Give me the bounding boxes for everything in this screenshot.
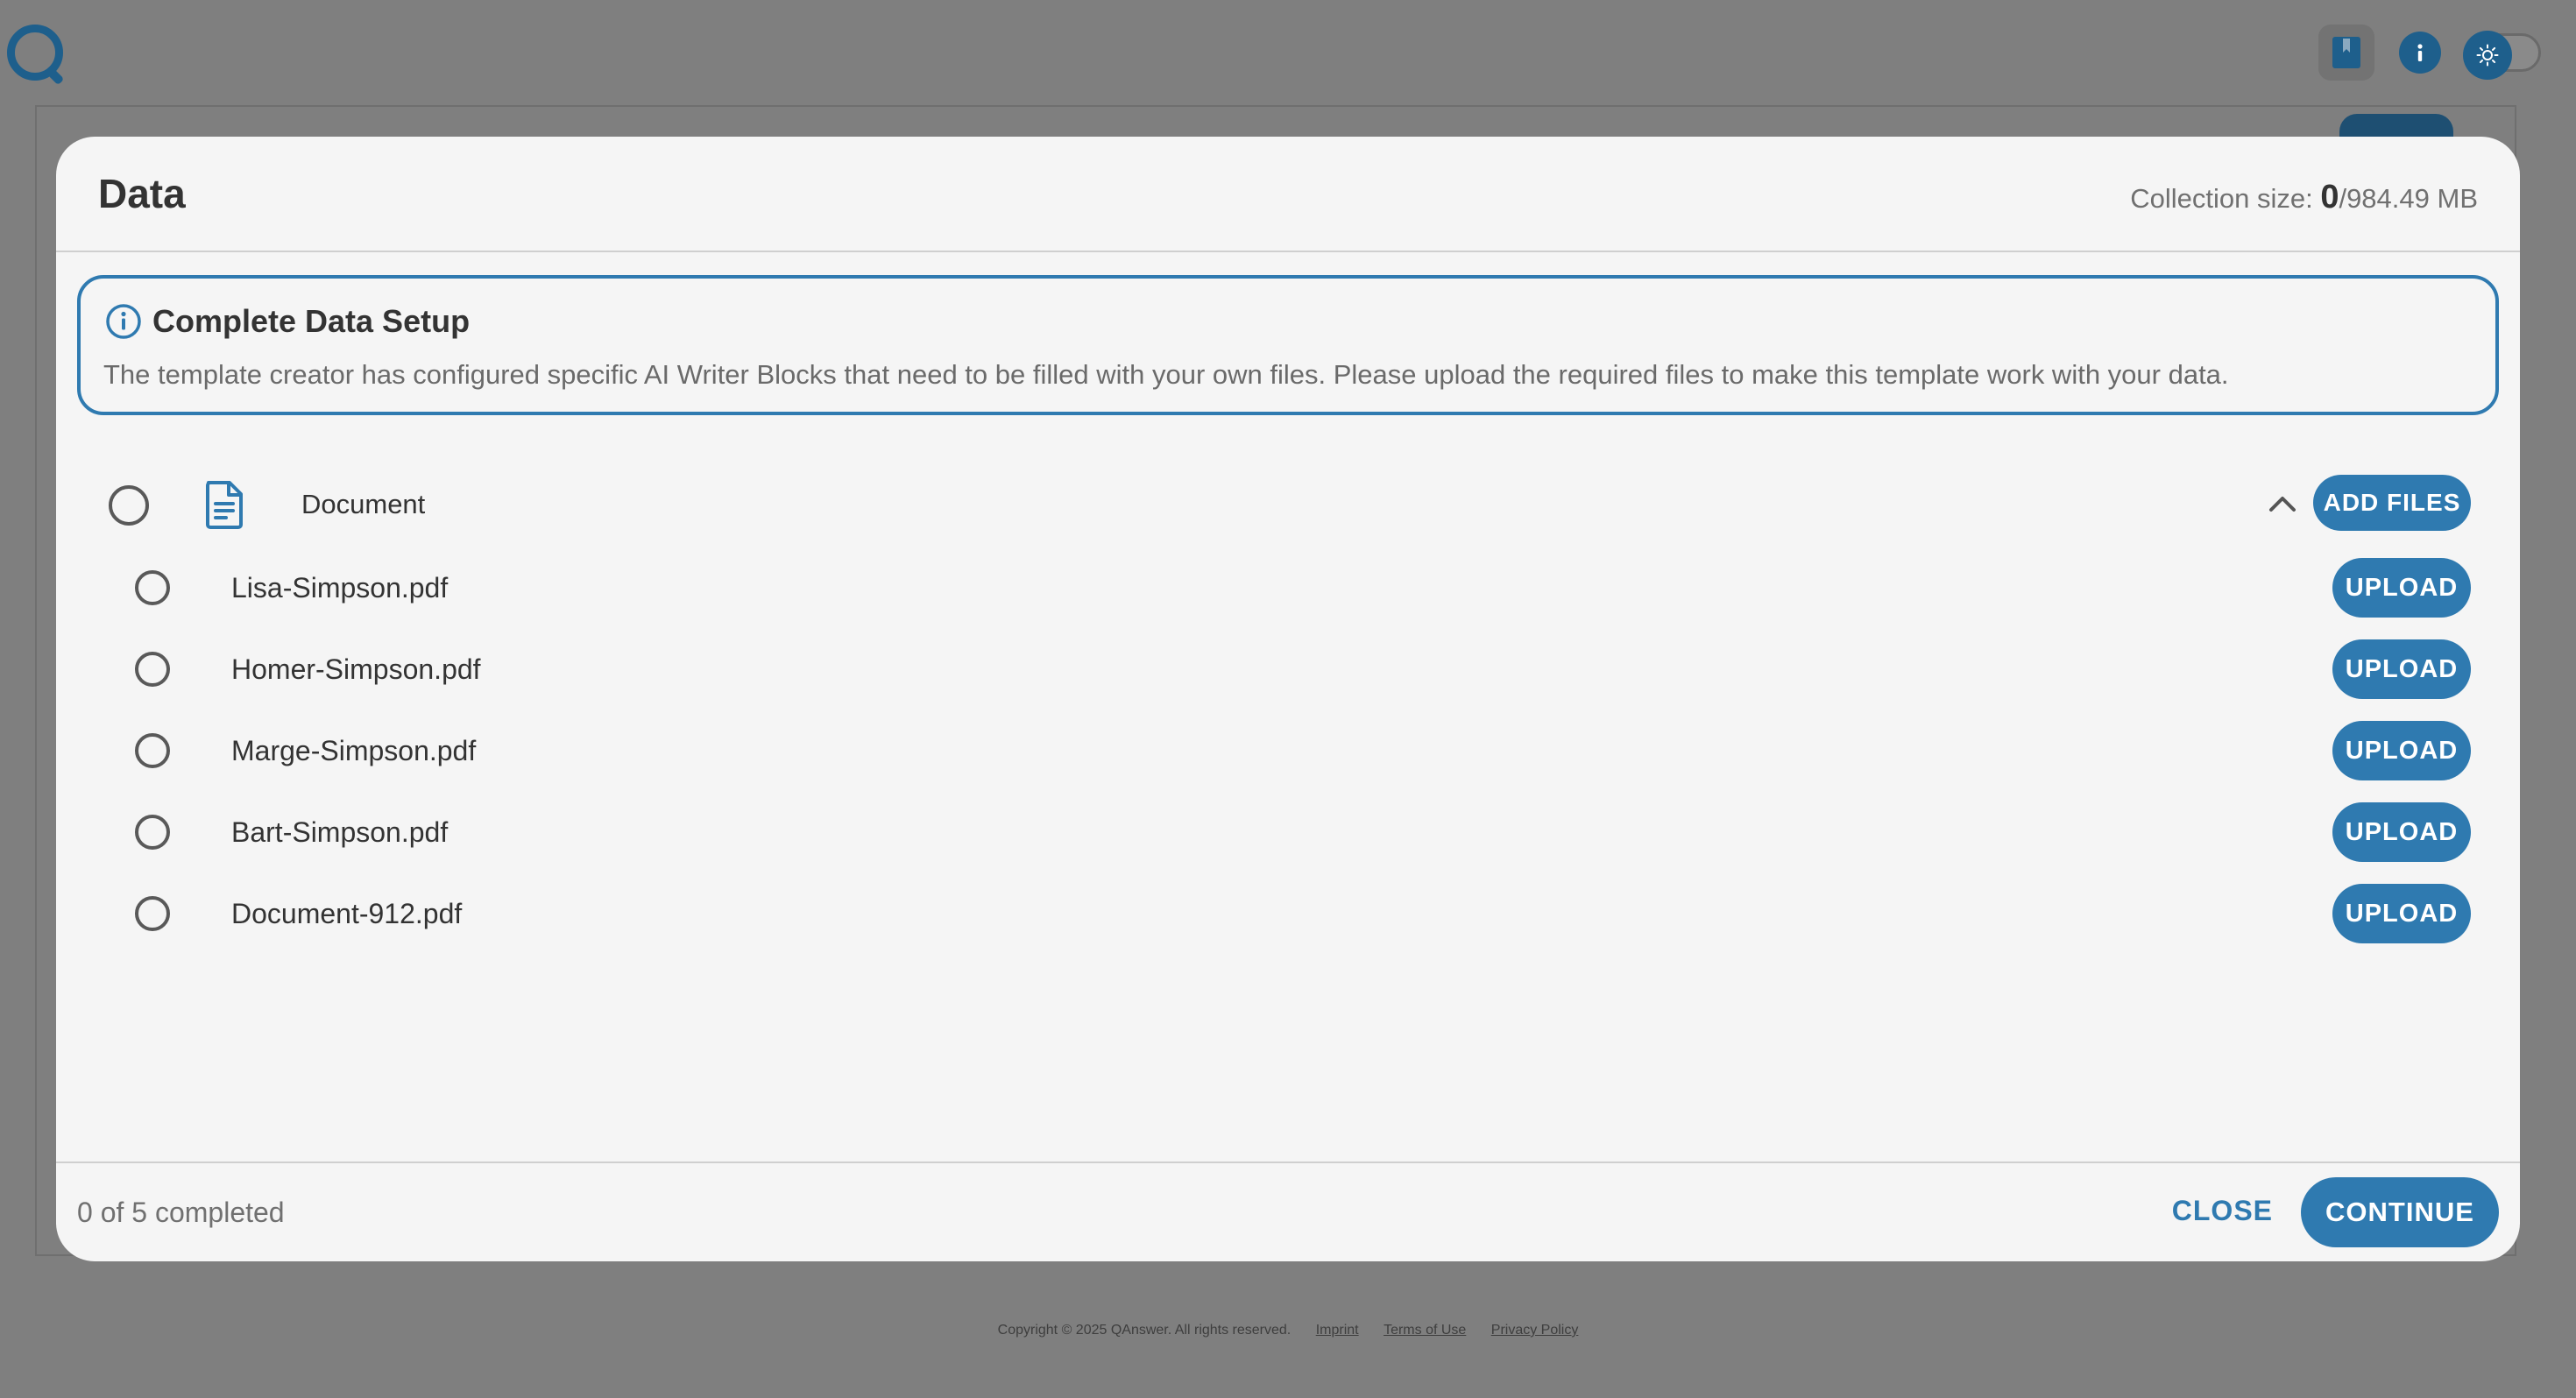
document-group-row: Document ADD FILES bbox=[56, 470, 2520, 540]
info-icon bbox=[2417, 44, 2423, 61]
app-logo[interactable] bbox=[7, 25, 63, 81]
upload-button[interactable]: UPLOAD bbox=[2332, 639, 2471, 699]
page-footer: Copyright © 2025 QAnswer. All rights res… bbox=[0, 1323, 2576, 1338]
terms-link[interactable]: Terms of Use bbox=[1384, 1323, 1466, 1338]
setup-alert: Complete Data Setup The template creator… bbox=[77, 275, 2499, 415]
group-label: Document bbox=[301, 489, 426, 519]
upload-button[interactable]: UPLOAD bbox=[2332, 558, 2471, 618]
imprint-link[interactable]: Imprint bbox=[1316, 1323, 1359, 1338]
alert-title: Complete Data Setup bbox=[152, 303, 471, 339]
file-row: Document-912.pdf UPLOAD bbox=[56, 879, 2520, 949]
data-dialog: Data Collection size: 0/984.49 MB Comple… bbox=[56, 137, 2520, 1261]
alert-text: The template creator has configured spec… bbox=[103, 359, 2229, 390]
alert-header: Complete Data Setup bbox=[105, 303, 470, 340]
close-button[interactable]: CLOSE bbox=[2172, 1195, 2273, 1227]
collection-total: /984.49 MB bbox=[2339, 183, 2478, 214]
upload-button[interactable]: UPLOAD bbox=[2332, 802, 2471, 862]
collection-size: Collection size: 0/984.49 MB bbox=[2130, 179, 2478, 216]
upload-button[interactable]: UPLOAD bbox=[2332, 884, 2471, 943]
file-radio[interactable] bbox=[135, 733, 170, 768]
theme-toggle[interactable] bbox=[2463, 31, 2541, 80]
collection-used: 0 bbox=[2320, 179, 2339, 215]
file-radio[interactable] bbox=[135, 570, 170, 605]
file-name: Homer-Simpson.pdf bbox=[231, 653, 481, 685]
file-row: Marge-Simpson.pdf UPLOAD bbox=[56, 716, 2520, 786]
file-row: Lisa-Simpson.pdf UPLOAD bbox=[56, 553, 2520, 623]
info-button[interactable] bbox=[2399, 32, 2441, 74]
file-radio[interactable] bbox=[135, 652, 170, 687]
upload-button[interactable]: UPLOAD bbox=[2332, 721, 2471, 780]
copyright-text: Copyright © 2025 QAnswer. All rights res… bbox=[997, 1323, 1292, 1338]
chevron-up-icon[interactable] bbox=[2268, 491, 2297, 517]
add-files-button[interactable]: ADD FILES bbox=[2313, 475, 2471, 531]
group-radio[interactable] bbox=[109, 485, 149, 526]
book-icon bbox=[2332, 37, 2360, 68]
info-circle-icon bbox=[106, 304, 141, 339]
continue-button[interactable]: CONTINUE bbox=[2301, 1177, 2499, 1247]
dialog-footer: 0 of 5 completed CLOSE CONTINUE bbox=[56, 1161, 2520, 1261]
privacy-link[interactable]: Privacy Policy bbox=[1491, 1323, 1579, 1338]
theme-toggle-knob bbox=[2463, 31, 2512, 80]
file-radio[interactable] bbox=[135, 896, 170, 931]
top-toolbar bbox=[2318, 25, 2541, 81]
dialog-title: Data bbox=[98, 171, 186, 216]
file-name: Bart-Simpson.pdf bbox=[231, 816, 449, 848]
file-name: Document-912.pdf bbox=[231, 898, 463, 929]
file-name: Lisa-Simpson.pdf bbox=[231, 572, 449, 604]
dialog-header: Data Collection size: 0/984.49 MB bbox=[56, 137, 2520, 252]
file-radio[interactable] bbox=[135, 815, 170, 850]
progress-text: 0 of 5 completed bbox=[77, 1197, 285, 1228]
sun-icon bbox=[2476, 44, 2499, 67]
document-icon bbox=[206, 481, 243, 529]
collection-size-label: Collection size: bbox=[2130, 183, 2321, 214]
file-row: Bart-Simpson.pdf UPLOAD bbox=[56, 797, 2520, 867]
file-name: Marge-Simpson.pdf bbox=[231, 735, 477, 766]
docs-button[interactable] bbox=[2318, 25, 2374, 81]
file-row: Homer-Simpson.pdf UPLOAD bbox=[56, 634, 2520, 704]
